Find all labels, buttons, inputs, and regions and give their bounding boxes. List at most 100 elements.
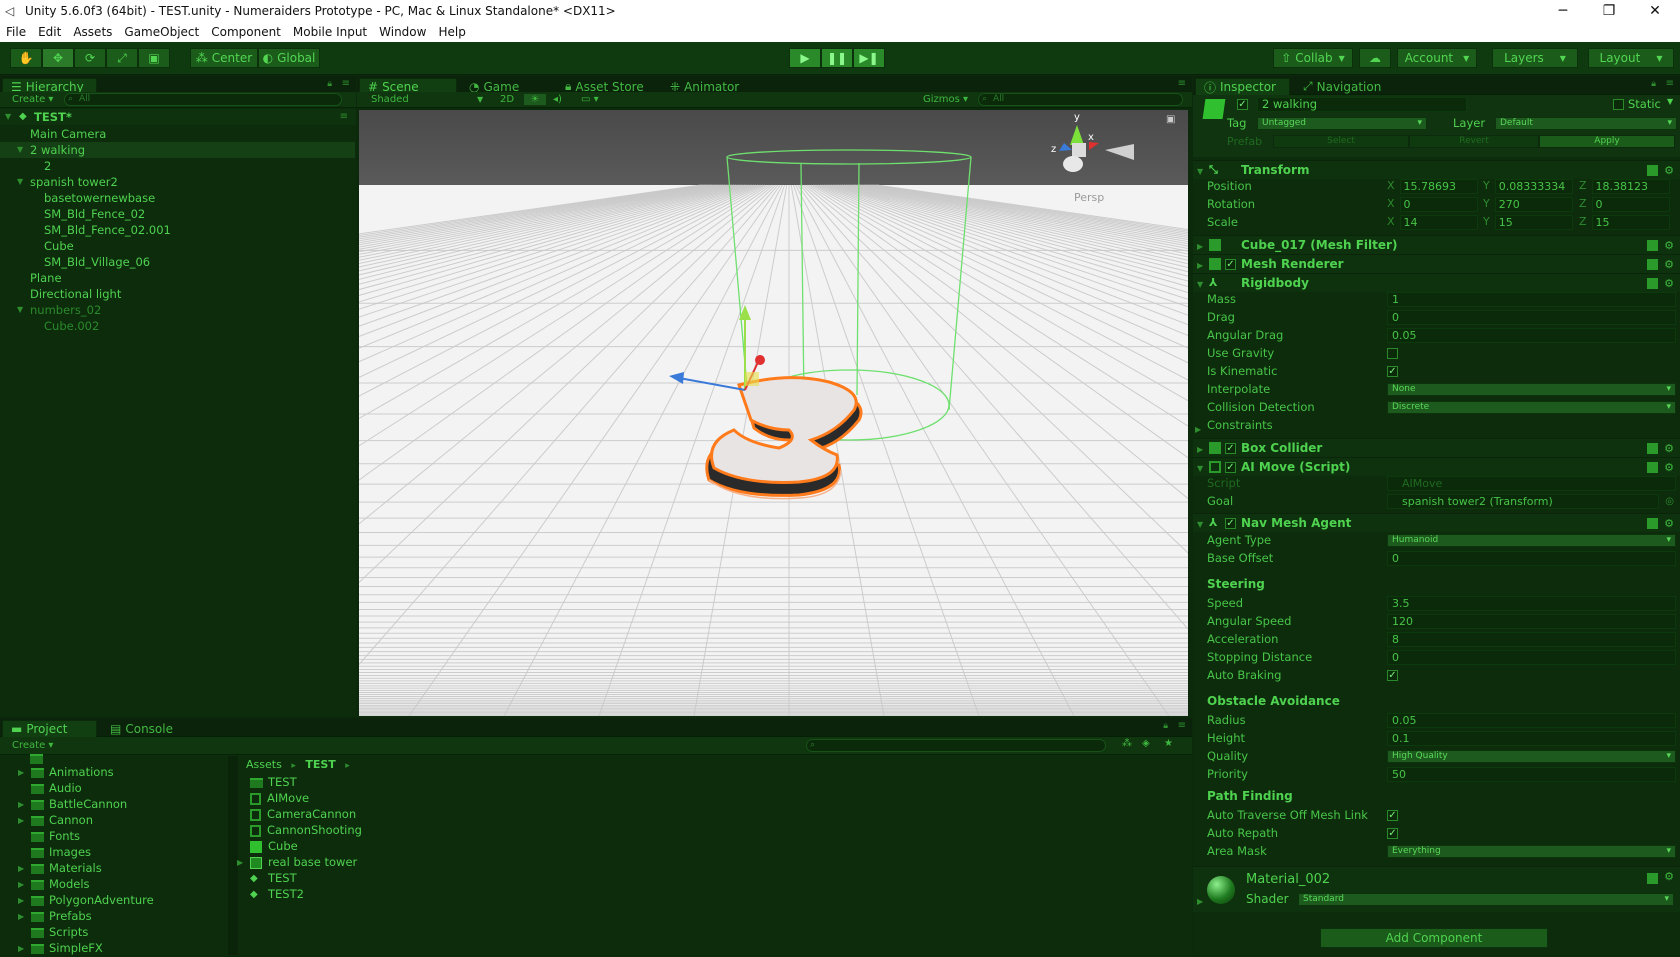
tab-navigation[interactable]: ⤢ Navigation bbox=[1295, 78, 1389, 95]
help-book-icon[interactable] bbox=[1647, 873, 1658, 884]
layout-dropdown[interactable]: Layout ▼ bbox=[1588, 48, 1674, 68]
step-button[interactable]: ▶❚ bbox=[853, 48, 885, 68]
expand-triangle-icon[interactable]: ▶ bbox=[18, 861, 24, 877]
foldout-icon[interactable]: ▶ bbox=[1195, 421, 1201, 438]
rigidbody-component-header[interactable]: ▼ ⅄ Rigidbody ⚙ bbox=[1193, 273, 1680, 292]
mesh-renderer-component-header[interactable]: ▶ ✓ Mesh Renderer ⚙ bbox=[1193, 254, 1680, 273]
foldout-icon[interactable]: ▼ bbox=[1197, 459, 1203, 478]
menu-edit[interactable]: Edit bbox=[32, 25, 67, 39]
menu-file[interactable]: File bbox=[0, 25, 32, 39]
speed-field[interactable]: 3.5 bbox=[1387, 596, 1676, 611]
tab-inspector[interactable]: ⓘ Inspector bbox=[1195, 78, 1290, 95]
asset-item[interactable]: TEST bbox=[250, 774, 297, 790]
ai-move-component-header[interactable]: ▼ ✓ AI Move (Script) ⚙ bbox=[1193, 457, 1680, 476]
scale-tool-icon[interactable]: ⤢ bbox=[106, 48, 138, 68]
breadcrumb-assets[interactable]: Assets bbox=[246, 758, 282, 771]
panel-menu-icon[interactable]: ≡ bbox=[1178, 720, 1186, 731]
tab-console[interactable]: ▤ Console bbox=[102, 720, 181, 737]
foldout-icon[interactable]: ▶ bbox=[1197, 897, 1203, 906]
breadcrumb-test[interactable]: TEST bbox=[305, 758, 335, 771]
z-field[interactable]: Z 18.38123 bbox=[1579, 179, 1671, 194]
y-field[interactable]: Y 15 bbox=[1483, 215, 1575, 230]
angular-drag-field[interactable]: 0.05 bbox=[1387, 328, 1676, 343]
hand-tool-icon[interactable]: ✋ bbox=[10, 48, 42, 68]
audio-toggle-icon[interactable]: ◂) bbox=[553, 94, 562, 105]
panel-menu-icon[interactable]: ≡ bbox=[1178, 78, 1186, 89]
help-book-icon[interactable] bbox=[1647, 443, 1658, 454]
menu-gameobject[interactable]: GameObject bbox=[118, 25, 205, 39]
z-field[interactable]: Z 15 bbox=[1579, 215, 1671, 230]
pivot-center-button[interactable]: ⁂ Center bbox=[190, 48, 258, 68]
scene-root-row[interactable]: ▼ ◆ TEST* ≡ bbox=[0, 109, 356, 125]
expand-triangle-icon[interactable]: ▶ bbox=[18, 813, 24, 829]
menu-mobile-input[interactable]: Mobile Input bbox=[287, 25, 373, 39]
mode-2d-toggle[interactable]: 2D bbox=[495, 94, 519, 105]
asset-item[interactable]: CameraCannon bbox=[250, 806, 356, 822]
goal-field[interactable]: spanish tower2 (Transform) bbox=[1387, 494, 1659, 509]
lock-icon[interactable]: 🔒︎ bbox=[1651, 79, 1656, 89]
perspective-label[interactable]: Persp bbox=[1074, 191, 1104, 204]
box-collider-component-header[interactable]: ▶ ✓ Box Collider ⚙ bbox=[1193, 438, 1680, 457]
object-name-field[interactable]: 2 walking bbox=[1257, 97, 1467, 112]
rect-tool-icon[interactable]: ▣ bbox=[138, 48, 170, 68]
auto-traverse-checkbox[interactable]: ✓ bbox=[1387, 810, 1398, 821]
shader-dropdown[interactable]: Standard bbox=[1298, 893, 1674, 906]
lighting-toggle-icon[interactable]: ☀ bbox=[524, 94, 546, 105]
x-field[interactable]: X0 bbox=[1387, 197, 1479, 212]
use-gravity-checkbox[interactable] bbox=[1387, 348, 1398, 359]
expand-triangle-icon[interactable]: ▼ bbox=[17, 174, 23, 190]
asset-item[interactable]: ◆ TEST2 bbox=[250, 886, 304, 902]
add-component-button[interactable]: Add Component bbox=[1320, 928, 1548, 948]
stopping-distance-field[interactable]: 0 bbox=[1387, 650, 1676, 665]
acceleration-field[interactable]: 8 bbox=[1387, 632, 1676, 647]
collab-button[interactable]: ⇧ Collab ▼ bbox=[1273, 48, 1353, 68]
quality-dropdown[interactable]: High Quality bbox=[1387, 750, 1676, 763]
scene-menu-icon[interactable]: ≡ bbox=[340, 109, 348, 125]
menu-assets[interactable]: Assets bbox=[67, 25, 118, 39]
tab-project[interactable]: ▬ Project bbox=[2, 720, 97, 737]
asset-item[interactable]: ◆ TEST bbox=[250, 870, 297, 886]
expand-triangle-icon[interactable]: ▶ bbox=[18, 797, 24, 813]
gizmos-dropdown[interactable]: Gizmos ▾ bbox=[923, 94, 968, 105]
expand-triangle-icon[interactable]: ▶ bbox=[18, 893, 24, 909]
x-field[interactable]: X 14 bbox=[1387, 215, 1479, 230]
help-book-icon[interactable] bbox=[1647, 278, 1658, 289]
play-button[interactable]: ▶ bbox=[789, 48, 821, 68]
scene-search-input[interactable]: ⌕ All bbox=[978, 93, 1183, 106]
priority-field[interactable]: 50 bbox=[1387, 767, 1676, 782]
effects-toggle-icon[interactable]: ▭ ▾ bbox=[581, 94, 599, 105]
radius-field[interactable]: 0.05 bbox=[1387, 713, 1676, 728]
collision-detection-dropdown[interactable]: Discrete bbox=[1387, 401, 1676, 414]
asset-item[interactable]: ▶ real base tower bbox=[237, 854, 357, 870]
gear-icon[interactable]: ⚙ bbox=[1664, 236, 1674, 255]
auto-braking-checkbox[interactable]: ✓ bbox=[1387, 670, 1398, 681]
maximize-icon[interactable]: ❐ bbox=[1586, 0, 1632, 22]
filter-label-icon[interactable]: ◈ bbox=[1142, 738, 1150, 749]
expand-triangle-icon[interactable]: ▶ bbox=[237, 855, 243, 871]
is-kinematic-checkbox[interactable]: ✓ bbox=[1387, 366, 1398, 377]
base-offset-field[interactable]: 0 bbox=[1387, 551, 1676, 566]
height-field[interactable]: 0.1 bbox=[1387, 731, 1676, 746]
angular-speed-field[interactable]: 120 bbox=[1387, 614, 1676, 629]
nav-agent-enabled-checkbox[interactable]: ✓ bbox=[1225, 518, 1236, 529]
help-book-icon[interactable] bbox=[1647, 240, 1658, 251]
rotate-tool-icon[interactable]: ⟳ bbox=[74, 48, 106, 68]
hierarchy-create-button[interactable]: Create ▾ bbox=[12, 94, 53, 105]
auto-repath-checkbox[interactable]: ✓ bbox=[1387, 828, 1398, 839]
area-mask-dropdown[interactable]: Everything bbox=[1387, 845, 1676, 858]
pause-button[interactable]: ❚❚ bbox=[821, 48, 853, 68]
help-book-icon[interactable] bbox=[1647, 518, 1658, 529]
project-search-input[interactable]: ⌕ bbox=[806, 739, 1106, 752]
shading-mode-dropdown[interactable]: Shaded bbox=[371, 94, 409, 105]
expand-triangle-icon[interactable]: ▶ bbox=[18, 909, 24, 925]
interpolate-dropdown[interactable]: None bbox=[1387, 383, 1676, 396]
help-book-icon[interactable] bbox=[1647, 259, 1658, 270]
constraints-row[interactable]: ▶ Constraints bbox=[1195, 417, 1679, 434]
ai-move-enabled-checkbox[interactable]: ✓ bbox=[1225, 462, 1236, 473]
expand-triangle-icon[interactable]: ▼ bbox=[5, 109, 11, 125]
agent-type-dropdown[interactable]: Humanoid bbox=[1387, 534, 1676, 547]
filter-type-icon[interactable]: ⁂ bbox=[1122, 738, 1132, 749]
transform-component-header[interactable]: ▼ ⤡ Transform ⚙ bbox=[1193, 160, 1680, 179]
hierarchy-item[interactable]: ▼ 2 walking bbox=[0, 142, 355, 158]
menu-component[interactable]: Component bbox=[205, 25, 287, 39]
